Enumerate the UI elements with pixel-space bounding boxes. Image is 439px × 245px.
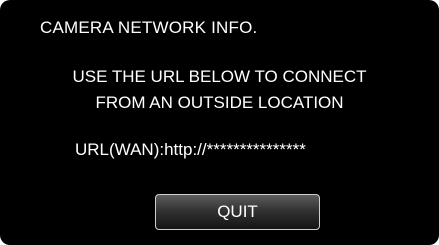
camera-network-info-screen: CAMERA NETWORK INFO. USE THE URL BELOW T… — [0, 0, 439, 245]
quit-button[interactable]: QUIT — [155, 194, 320, 230]
instruction-line-1: USE THE URL BELOW TO CONNECT — [72, 67, 367, 86]
screen-title: CAMERA NETWORK INFO. — [40, 18, 258, 37]
instruction-line-2: FROM AN OUTSIDE LOCATION — [95, 93, 344, 112]
wan-url-text: URL(WAN):http://*************** — [75, 140, 306, 159]
